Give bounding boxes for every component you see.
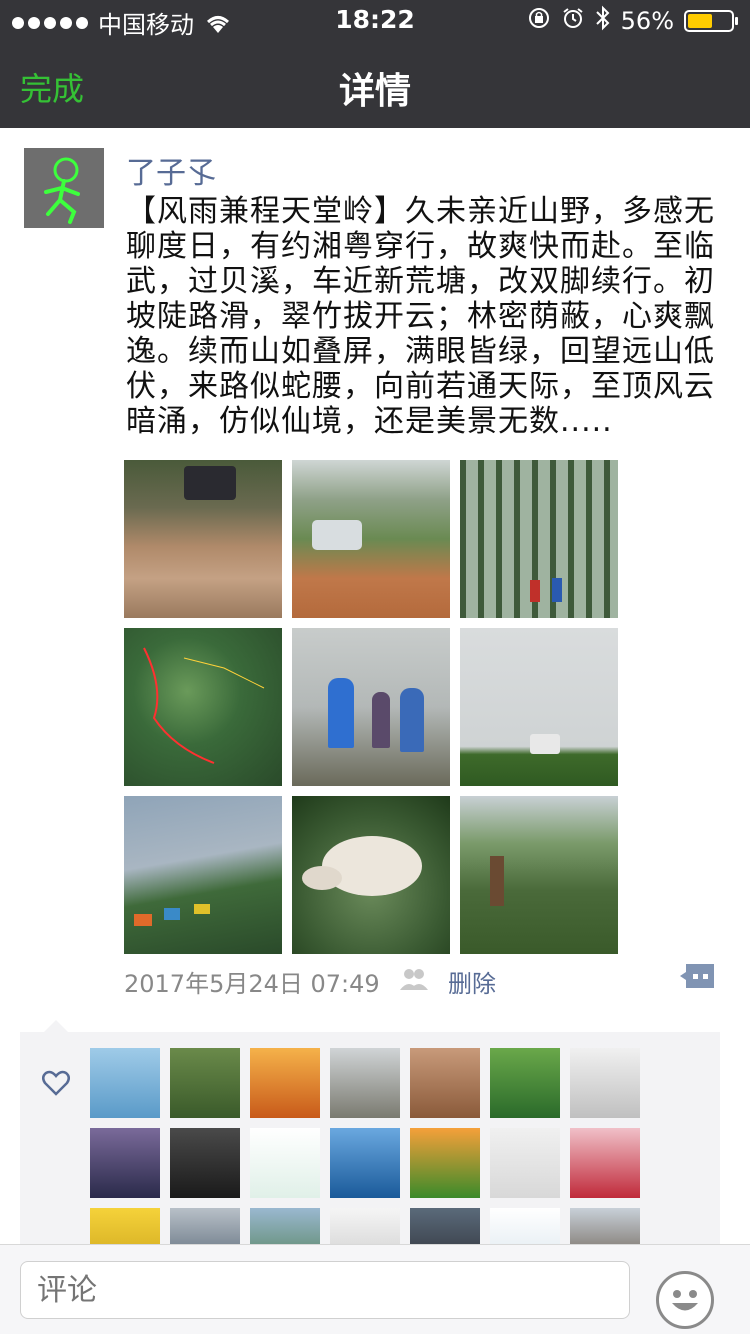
liker-avatar-city-night[interactable] xyxy=(90,1128,160,1198)
post-text: 【风雨兼程天堂岭】久未亲近山野，多感无聊度日，有约湘粤穿行，故爽快而赴。至临武，… xyxy=(126,194,715,439)
comment-bar xyxy=(0,1244,750,1334)
smiley-icon xyxy=(672,1290,698,1311)
status-bar: 中国移动 18:22 56% xyxy=(0,0,750,40)
orientation-lock-icon xyxy=(527,6,551,36)
liker-avatar-green-field-sunrise[interactable] xyxy=(410,1128,480,1198)
running-man-avatar-icon xyxy=(24,148,104,228)
status-right: 56% xyxy=(527,5,738,37)
friends-visibility-icon[interactable] xyxy=(398,966,430,992)
comment-input[interactable] xyxy=(20,1261,630,1319)
liker-avatar-sunset-orange[interactable] xyxy=(250,1048,320,1118)
liker-avatar-old-house[interactable] xyxy=(570,1208,640,1244)
nav-bar: 完成 详情 xyxy=(0,40,750,128)
liker-avatar-snow-scene[interactable] xyxy=(490,1208,560,1244)
liker-avatar-two-men-group[interactable] xyxy=(170,1048,240,1118)
liker-avatar-woman-sunglasses[interactable] xyxy=(490,1128,560,1198)
photo-car-on-ridge[interactable] xyxy=(460,628,618,786)
post-username[interactable]: 了子孓 xyxy=(126,148,216,192)
liker-avatar-old-portrait[interactable] xyxy=(170,1128,240,1198)
delete-button[interactable]: 删除 xyxy=(448,964,496,999)
battery-fill xyxy=(688,14,712,28)
liker-avatar-ink-logo[interactable] xyxy=(250,1128,320,1198)
liker-avatar-seagulls-sea[interactable] xyxy=(90,1048,160,1118)
emoji-button[interactable] xyxy=(656,1271,714,1329)
liker-avatar-mountain-view[interactable] xyxy=(250,1208,320,1244)
battery-icon xyxy=(684,10,738,32)
top-bar: 中国移动 18:22 56% 完成 详情 xyxy=(0,0,750,128)
photo-pagoda-valley[interactable] xyxy=(460,796,618,954)
photo-grid xyxy=(124,460,624,954)
photo-white-mushrooms[interactable] xyxy=(292,796,450,954)
liker-avatar-woman-hiking[interactable] xyxy=(330,1048,400,1118)
likes-panel xyxy=(20,1020,720,1244)
liker-avatar-child-family[interactable] xyxy=(410,1048,480,1118)
post-meta: 2017年5月24日 07:49 删除 xyxy=(124,962,724,999)
photo-route-map[interactable] xyxy=(124,628,282,786)
post-detail: 了子孓 【风雨兼程天堂岭】久未亲近山野，多感无聊度日，有约湘粤穿行，故爽快而赴。… xyxy=(0,128,750,1244)
avatar[interactable] xyxy=(24,148,104,228)
liker-avatar-red-lips-rose[interactable] xyxy=(570,1128,640,1198)
photo-car-on-dirt-road[interactable] xyxy=(292,460,450,618)
alarm-icon xyxy=(561,6,585,36)
photo-muddy-road-car[interactable] xyxy=(124,460,282,618)
battery-percent: 56% xyxy=(620,7,674,35)
photo-bamboo-forest-hikers[interactable] xyxy=(460,460,618,618)
post-date: 2017年5月24日 07:49 xyxy=(124,970,380,998)
liker-avatar-blue-water[interactable] xyxy=(330,1128,400,1198)
liker-avatar-grid xyxy=(90,1048,640,1244)
liker-avatar-cartoon-face[interactable] xyxy=(90,1208,160,1244)
liker-avatar-sandals-feet[interactable] xyxy=(490,1048,560,1118)
liker-avatar-cloud-sea[interactable] xyxy=(170,1208,240,1244)
liker-avatar-ink-painting[interactable] xyxy=(330,1208,400,1244)
photo-camp-tents-hill[interactable] xyxy=(124,796,282,954)
heart-icon xyxy=(42,1070,70,1096)
comment-more-icon[interactable] xyxy=(680,962,716,990)
bluetooth-icon xyxy=(595,5,611,37)
page-title: 详情 xyxy=(338,71,411,112)
photo-hikers-in-fog[interactable] xyxy=(292,628,450,786)
liker-avatar-man-cap[interactable] xyxy=(410,1208,480,1244)
liker-avatar-music-clef[interactable] xyxy=(570,1048,640,1118)
